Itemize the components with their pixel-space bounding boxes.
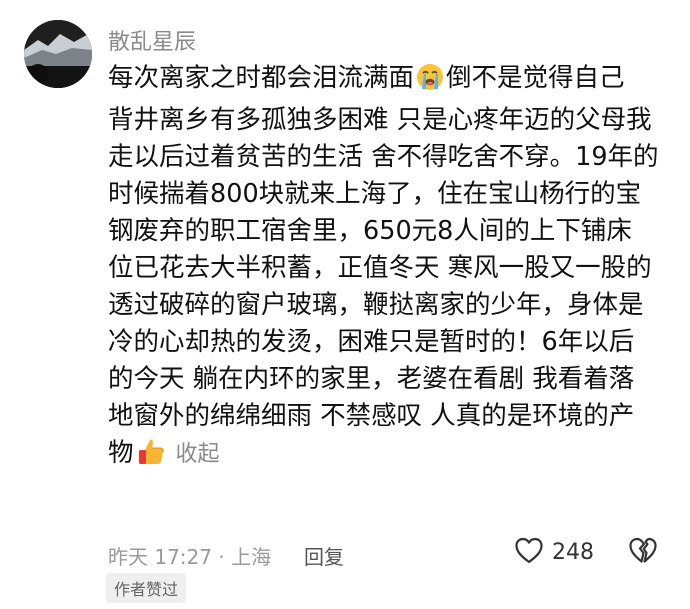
avatar[interactable] [24,20,92,88]
comment-line: 时候揣着800块就来上海了，住在宝山杨行的宝 [108,179,642,209]
author-liked-badge: 作者赞过 [106,573,187,603]
comment-line: 背井离乡有多孤独多困难 只是心疼年迈的父母我 [108,105,652,135]
comment-line: 物 收起 [108,435,668,477]
reply-button[interactable]: 回复 [304,541,344,570]
heart-icon [514,536,544,568]
comment-text: 物 [108,438,134,468]
comment-line: 透过破碎的窗户玻璃，鞭挞离家的少年，身体是 [108,290,644,320]
loudly-crying-face-icon [416,63,444,102]
broken-heart-icon [628,537,658,568]
dislike-button[interactable] [628,536,658,568]
comment-text: 每次离家之时都会泪流满面 [108,63,415,93]
comment-text: 倒不是觉得自己 [446,63,625,93]
like-count: 248 [552,539,594,565]
collapse-button[interactable]: 收起 [176,442,220,467]
comment-body: 每次离家之时都会泪流满面 倒不是觉得自己 背井离乡有多孤独多困难 只是心疼年迈的父… [108,60,668,477]
comment-line: 的今天 躺在内环的家里，老婆在看剧 我看着落 [108,364,635,394]
comment-line: 位已花去大半积蓄，正值冬天 寒风一股又一股的 [108,253,652,283]
comment-line: 每次离家之时都会泪流满面 倒不是觉得自己 [108,60,668,102]
comment-line: 地窗外的绵绵细雨 不禁感叹 人真的是环境的产 [108,401,635,431]
comment-line: 走以后过着贫苦的生活 舍不得吃舍不穿。19年的 [108,142,659,172]
comment-time-location: 昨天 17:27 · 上海 [108,545,272,569]
like-button[interactable]: 248 [514,536,594,568]
comment-line: 冷的心却热的发烫，困难只是暂时的！6年以后 [108,327,635,357]
comment-line: 钢废弃的职工宿舍里，650元8人间的上下铺床 [108,216,632,246]
avatar-image [24,20,92,88]
thumbs-up-icon [136,436,166,477]
username[interactable]: 散乱星辰 [108,24,196,56]
